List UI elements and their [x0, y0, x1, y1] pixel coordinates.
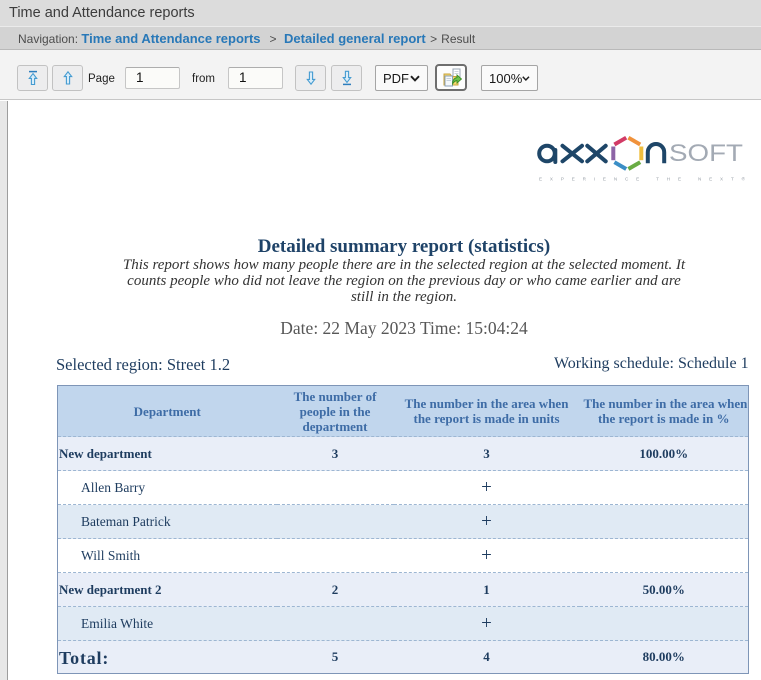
svg-text:EXPERIENCE THE NEXT®: EXPERIENCE THE NEXT® — [539, 175, 746, 181]
svg-text:SOFT: SOFT — [669, 140, 743, 167]
